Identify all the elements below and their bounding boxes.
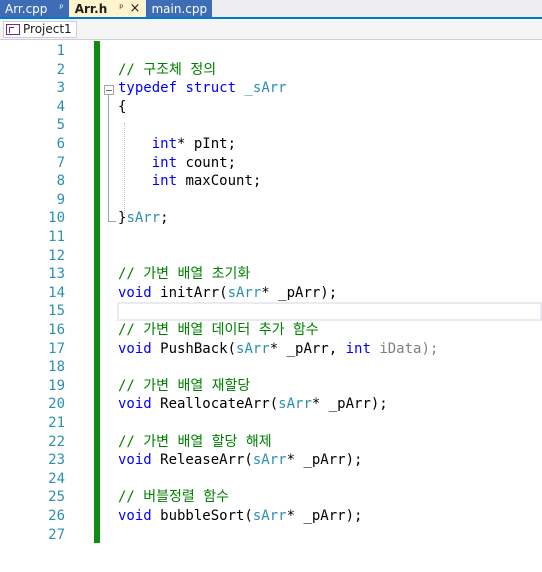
line-number: 27 — [48, 526, 65, 543]
line-number: 2 — [56, 61, 65, 78]
line-number: 26 — [48, 508, 65, 524]
tab-label: Arr.h — [74, 1, 108, 16]
document-tab-strip: Arr.cpp ᵖ Arr.h ᵖ × main.cpp — [0, 0, 542, 19]
tab-arr-cpp[interactable]: Arr.cpp ᵖ — [0, 0, 69, 17]
line-number: 13 — [48, 266, 65, 283]
line-number-gutter: 1 2 3 4 5 6 7 8 9 10 11 12 13 14 15 16 17 18 19 20 21 22 23 24 2… — [0, 41, 67, 572]
project-dropdown[interactable]: Project1 — [3, 20, 77, 38]
line-number: 21 — [48, 415, 65, 431]
pin-icon[interactable]: ᵖ — [119, 3, 123, 14]
navigation-bar: Project1 — [0, 19, 542, 40]
line-number: 4 — [56, 98, 65, 115]
line-number: 25 — [48, 489, 65, 506]
code-line-13: // 가변 배열 초기화 — [118, 266, 251, 283]
collapse-icon[interactable] — [104, 85, 114, 95]
outline-end — [108, 221, 116, 222]
line-number: 3 — [56, 80, 65, 97]
line-number: 15 — [48, 303, 65, 320]
code-line-10: }sArr; — [118, 210, 169, 227]
code-line-4: { — [118, 98, 127, 115]
code-line-22: // 가변 배열 할당 해제 — [118, 433, 272, 450]
code-line-23: void ReleaseArr(sArr* _pArr); — [118, 452, 363, 469]
outline-line — [108, 95, 109, 221]
line-number: 22 — [48, 433, 65, 450]
code-line-26: void bubbleSort(sArr* _pArr); — [118, 508, 363, 524]
code-line-20: void ReallocateArr(sArr* _pArr); — [118, 396, 388, 413]
change-tracking-bar — [94, 41, 100, 543]
line-number: 8 — [56, 173, 65, 190]
close-icon[interactable]: × — [130, 1, 141, 16]
code-editor[interactable]: 1 2 3 4 5 6 7 8 9 10 11 12 13 14 15 16 17 18 19 20 21 22 23 24 2… — [0, 41, 542, 572]
line-number: 7 — [56, 154, 65, 171]
line-number: 10 — [48, 210, 65, 227]
line-number: 16 — [48, 322, 65, 338]
pin-icon[interactable]: ᵖ — [59, 3, 63, 14]
tab-label: Arr.cpp — [5, 1, 48, 16]
code-line-16: // 가변 배열 데이터 추가 함수 — [118, 322, 319, 338]
current-line-highlight — [117, 302, 542, 321]
tab-arr-h[interactable]: Arr.h ᵖ × — [69, 0, 146, 17]
line-number: 14 — [48, 284, 65, 301]
line-number: 23 — [48, 452, 65, 469]
line-number: 19 — [48, 377, 65, 394]
code-line-6: int* pInt; — [151, 136, 237, 152]
code-line-8: int maxCount; — [151, 173, 262, 190]
project-name: Project1 — [23, 22, 72, 36]
line-number: 1 — [56, 43, 65, 59]
line-number: 12 — [48, 247, 65, 264]
code-line-14: void initArr(sArr* _pArr); — [118, 284, 338, 301]
code-line-19: // 가변 배열 재할당 — [118, 377, 251, 394]
line-number: 6 — [56, 136, 65, 152]
tab-strip-empty-area — [213, 0, 542, 17]
cpp-project-icon — [6, 23, 20, 35]
line-number: 24 — [48, 470, 65, 487]
tab-label: main.cpp — [151, 1, 208, 16]
line-number: 18 — [48, 359, 65, 376]
code-line-3: typedef struct _sArr — [118, 80, 287, 97]
code-line-25: // 버블정렬 함수 — [118, 489, 229, 506]
code-line-2: // 구조체 정의 — [118, 61, 217, 78]
code-line-7: int count; — [151, 154, 237, 171]
line-number: 11 — [48, 229, 65, 245]
code-line-17: void PushBack(sArr* _pArr, int iData); — [118, 340, 439, 357]
line-number: 17 — [48, 340, 65, 357]
line-number: 20 — [48, 396, 65, 413]
tab-main-cpp[interactable]: main.cpp — [146, 0, 213, 17]
line-number: 5 — [56, 117, 65, 134]
line-number: 9 — [56, 191, 65, 208]
